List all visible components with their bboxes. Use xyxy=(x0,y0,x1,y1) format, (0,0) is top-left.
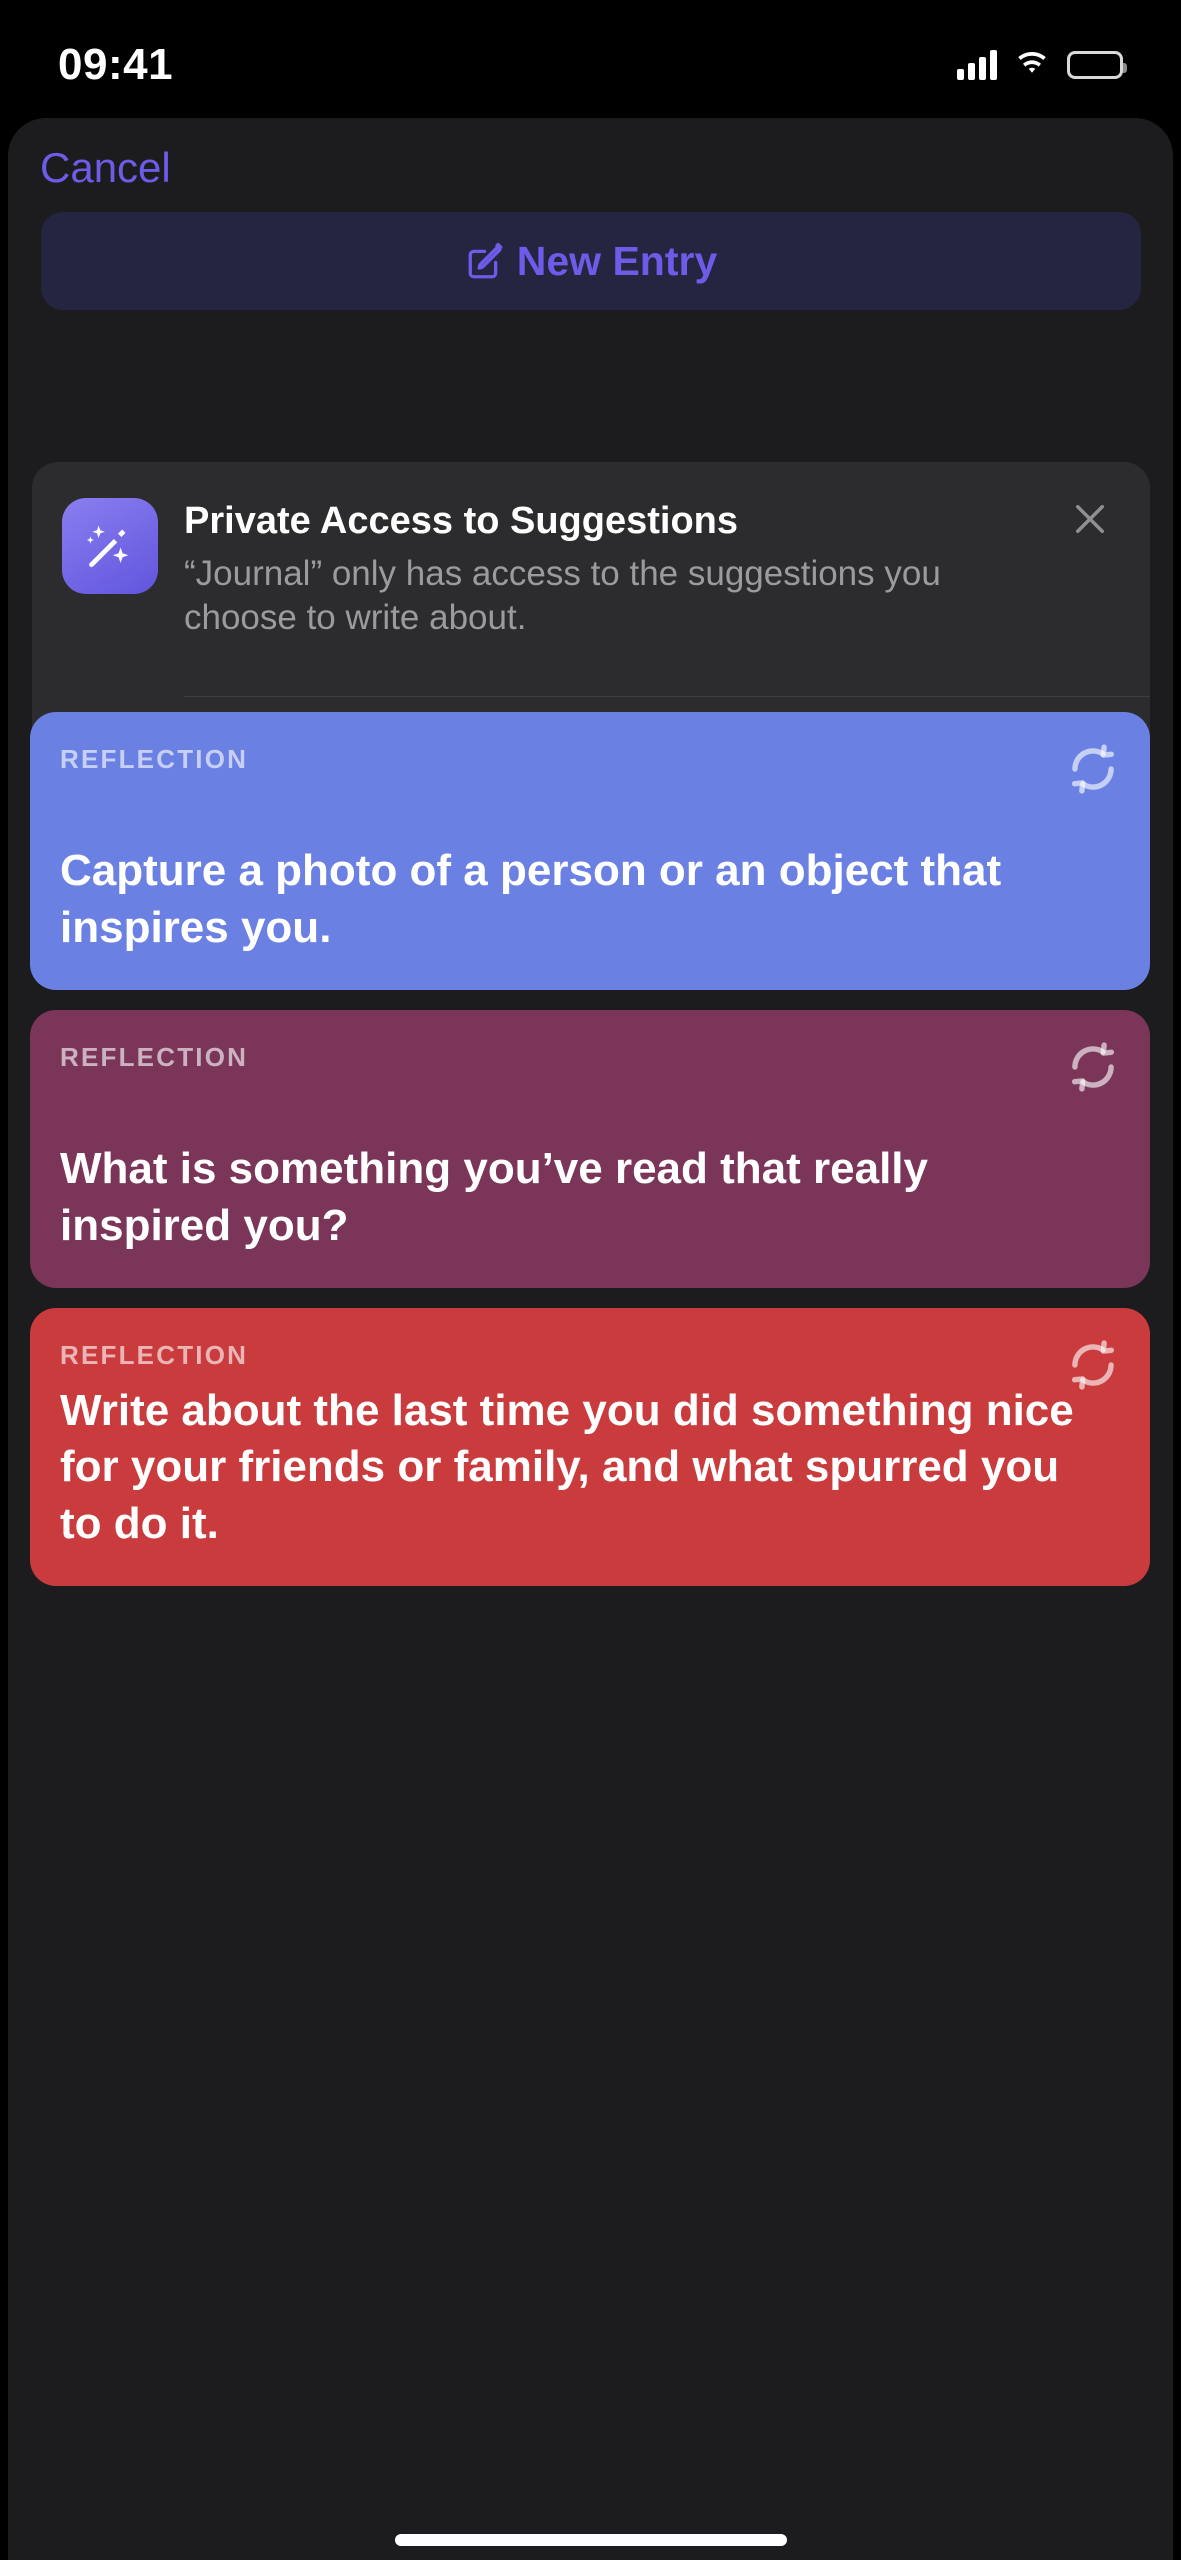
suggestion-card[interactable]: REFLECTION Capture a photo of a person o… xyxy=(30,712,1150,990)
journal-suggestions-sheet: Cancel New Entry Select a Moment & Write… xyxy=(8,118,1173,2560)
compose-square-pencil-icon xyxy=(468,242,503,279)
battery-icon xyxy=(1067,51,1127,79)
sheet-navigation-bar: Cancel xyxy=(8,118,1173,218)
home-indicator[interactable] xyxy=(394,2534,787,2546)
close-x-icon[interactable] xyxy=(1060,498,1120,558)
suggestion-kicker: REFLECTION xyxy=(60,1042,249,1072)
suggestion-prompt: Capture a photo of a person or an object… xyxy=(60,846,1002,952)
refresh-circular-arrows-icon[interactable] xyxy=(1062,1334,1124,1396)
magic-wand-sparkles-icon xyxy=(62,498,158,594)
suggestion-prompt: What is something you’ve read that reall… xyxy=(60,1144,928,1250)
phone-screen: 09:41 Cancel New Entry Private Access to… xyxy=(0,0,1181,2560)
suggestion-kicker: REFLECTION xyxy=(60,1340,249,1370)
privacy-card-top: Private Access to Suggestions “Journal” … xyxy=(32,462,1150,641)
new-entry-button[interactable]: New Entry xyxy=(41,212,1141,310)
suggestion-kicker: REFLECTION xyxy=(60,744,249,774)
suggestion-prompt: Write about the last time you did someth… xyxy=(60,1386,1074,1548)
status-bar-indicators xyxy=(957,50,1127,80)
cellular-signal-icon xyxy=(957,50,997,80)
wifi-icon xyxy=(1018,52,1046,73)
refresh-circular-arrows-icon[interactable] xyxy=(1062,738,1124,800)
new-entry-label: New Entry xyxy=(516,237,718,284)
status-bar: 09:41 xyxy=(0,0,1181,118)
privacy-card-title: Private Access to Suggestions xyxy=(184,500,739,542)
privacy-card-body: “Journal” only has access to the suggest… xyxy=(184,553,941,638)
suggestion-card-list: REFLECTION Capture a photo of a person o… xyxy=(30,712,1150,1606)
suggestion-card[interactable]: REFLECTION What is something you’ve read… xyxy=(30,1010,1150,1288)
privacy-card-text: Private Access to Suggestions “Journal” … xyxy=(184,498,1034,641)
refresh-circular-arrows-icon[interactable] xyxy=(1062,1036,1124,1098)
suggestion-card[interactable]: REFLECTION Write about the last time you… xyxy=(30,1308,1150,1586)
cancel-button[interactable]: Cancel xyxy=(40,134,171,202)
status-bar-time: 09:41 xyxy=(58,40,174,89)
privacy-card-divider xyxy=(184,696,1150,697)
